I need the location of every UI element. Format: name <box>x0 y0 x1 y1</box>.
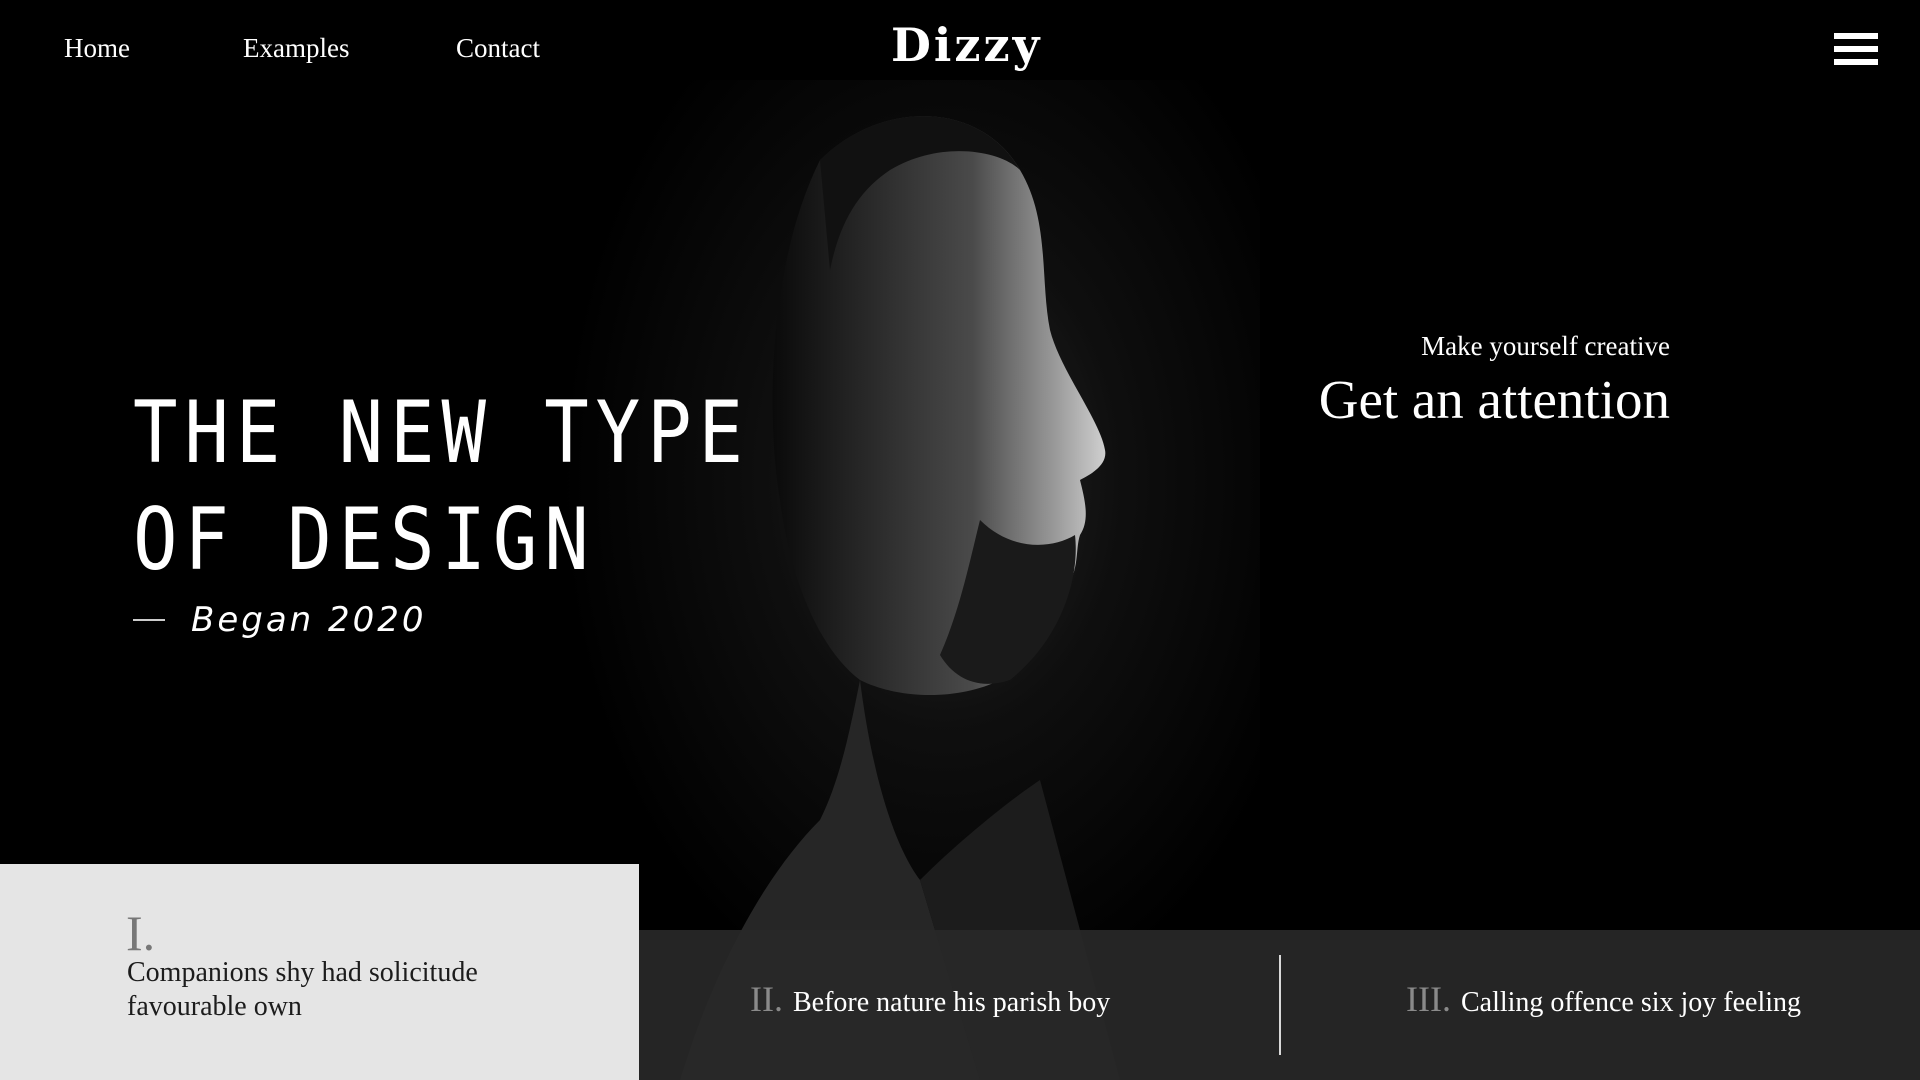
hero-title: THE NEW TYPE OF DESIGN <box>133 380 750 594</box>
hamburger-menu-icon[interactable] <box>1834 30 1880 70</box>
feature-1-numeral: I. <box>126 905 156 961</box>
nav-contact-link[interactable]: Contact <box>456 28 576 68</box>
strip-divider <box>1279 955 1281 1055</box>
dash-divider <box>133 619 165 621</box>
tagline-big: Get an attention <box>1318 369 1670 430</box>
tagline-small: Make yourself creative <box>1421 331 1670 361</box>
hero-subtitle-text: Began 2020 <box>191 600 427 640</box>
feature-2-numeral: II. <box>750 979 783 1019</box>
hero-title-line2: OF DESIGN <box>133 490 596 590</box>
nav-examples-link[interactable]: Examples <box>243 28 456 68</box>
hero-title-line1: THE NEW TYPE <box>133 383 750 483</box>
feature-3-text: Calling offence six joy feeling <box>1460 987 1802 1018</box>
feature-card-3[interactable]: III. Calling offence six joy feeling <box>1406 978 1801 1020</box>
tagline: Make yourself creative Get an attention <box>1319 326 1670 434</box>
feature-card-1[interactable]: I. Companions shy had solicitude favoura… <box>0 864 639 1080</box>
feature-2-text: Before nature his parish boy <box>792 987 1111 1018</box>
brand-logo[interactable]: Dizzy <box>891 14 1042 76</box>
feature-1-text: Companions shy had solicitude favourable… <box>127 957 478 1022</box>
feature-3-numeral: III. <box>1406 979 1451 1019</box>
main-nav: Home Examples Contact <box>64 28 576 68</box>
feature-card-2[interactable]: II. Before nature his parish boy <box>750 978 1110 1020</box>
hero-subtitle: Began 2020 <box>133 600 427 640</box>
nav-home-link[interactable]: Home <box>64 28 243 68</box>
